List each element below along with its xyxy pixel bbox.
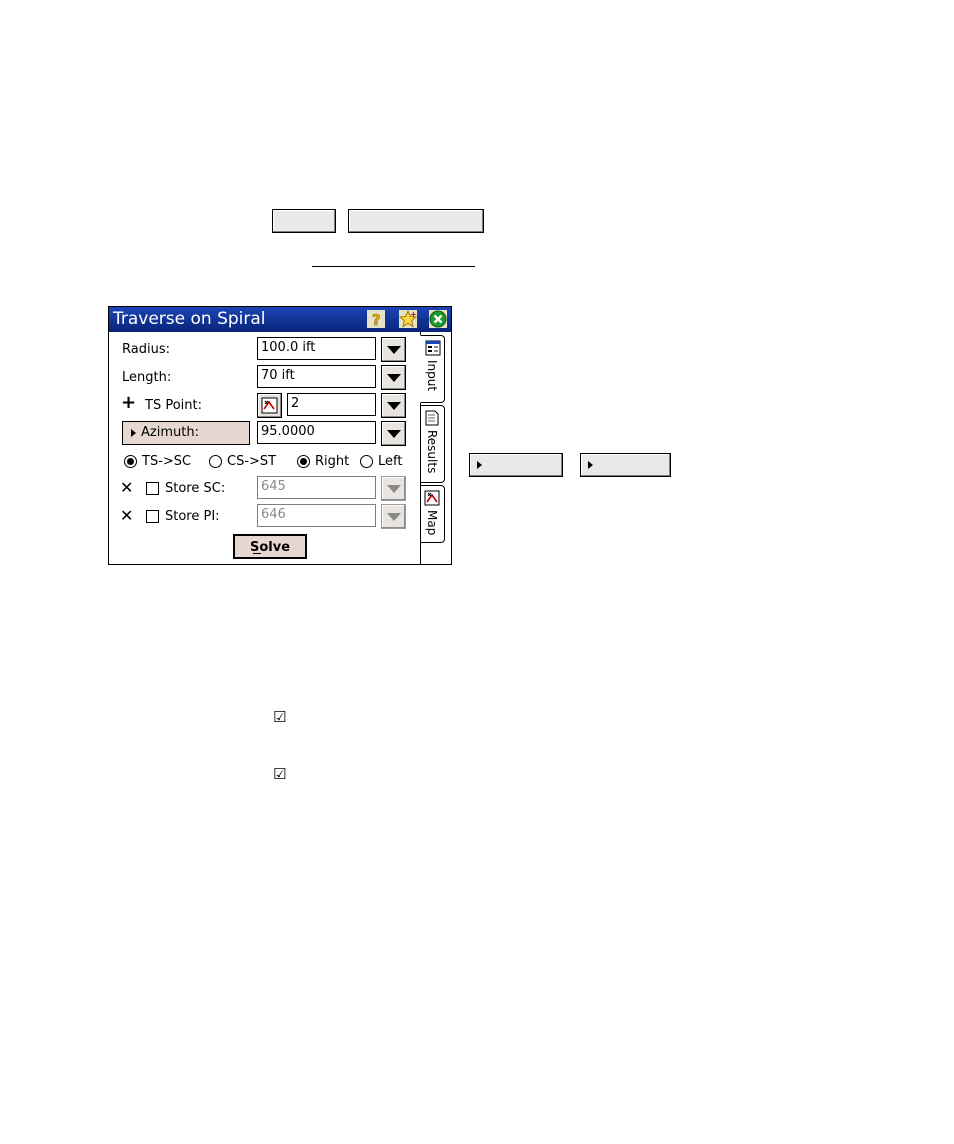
map-pick-button[interactable]	[257, 393, 282, 418]
tab-input-label: Input	[425, 360, 439, 392]
tab-input[interactable]: Input	[420, 335, 445, 403]
arrow-right-icon	[588, 461, 593, 469]
chevron-down-icon	[387, 485, 401, 493]
chevron-down-icon	[387, 346, 401, 354]
x-icon: ✕	[120, 506, 134, 525]
store-sc-field: 645	[257, 476, 376, 499]
solve-button[interactable]: Solve	[233, 534, 307, 559]
radius-label: Radius:	[122, 342, 170, 357]
blank-doc-button-2	[348, 209, 484, 233]
map-tab-icon	[424, 490, 440, 506]
radio-cs-st-label: CS->ST	[227, 454, 277, 469]
tab-results[interactable]: Results	[421, 405, 445, 483]
blank-underline	[312, 266, 475, 267]
tab-map-label: Map	[425, 510, 439, 536]
azimuth-label: Azimuth:	[141, 425, 199, 440]
radio-right[interactable]	[297, 455, 310, 468]
close-icon[interactable]	[429, 310, 447, 328]
results-tab-icon	[425, 410, 439, 426]
chevron-down-icon	[387, 430, 401, 438]
store-pi-checkbox[interactable]	[146, 510, 159, 523]
store-pi-label: Store PI:	[165, 509, 220, 524]
length-label: Length:	[122, 370, 172, 385]
store-pi-dropdown-button	[381, 504, 406, 529]
arrow-right-icon	[477, 461, 482, 469]
ts-point-dropdown-button[interactable]	[381, 393, 406, 418]
chevron-down-icon	[387, 513, 401, 521]
doc-arrow-button-2	[580, 453, 671, 477]
ts-point-label: TS Point:	[145, 398, 202, 413]
traverse-on-spiral-window: Traverse on Spiral ? + Radius: 100.0 ift…	[108, 306, 452, 565]
radio-ts-sc[interactable]	[124, 455, 137, 468]
store-pi-field: 646	[257, 504, 376, 527]
azimuth-button[interactable]: Azimuth:	[122, 421, 250, 445]
plus-icon[interactable]: +	[121, 394, 136, 412]
favorites-star-icon[interactable]: +	[398, 309, 418, 328]
input-tab-icon	[425, 340, 441, 356]
map-pick-icon	[261, 397, 278, 414]
radio-cs-st[interactable]	[209, 455, 222, 468]
checked-box-icon: ☑	[273, 708, 287, 726]
radio-ts-sc-label: TS->SC	[142, 454, 192, 469]
doc-arrow-button-1	[469, 453, 563, 477]
blank-doc-button-1	[272, 209, 336, 233]
radius-field[interactable]: 100.0 ift	[257, 337, 376, 360]
solve-mnemonic-underline	[253, 553, 261, 554]
radio-left[interactable]	[360, 455, 373, 468]
arrow-right-icon	[131, 429, 136, 437]
title-bar: Traverse on Spiral ? +	[109, 307, 451, 332]
radio-right-label: Right	[315, 454, 350, 469]
checked-box-icon: ☑	[273, 765, 287, 783]
ts-point-field[interactable]: 2	[287, 393, 376, 416]
help-icon[interactable]: ?	[367, 310, 385, 329]
azimuth-field[interactable]: 95.0000	[257, 421, 376, 444]
store-sc-dropdown-button	[381, 476, 406, 501]
chevron-down-icon	[387, 402, 401, 410]
svg-text:+: +	[410, 310, 417, 319]
azimuth-dropdown-button[interactable]	[381, 421, 406, 446]
x-icon: ✕	[120, 478, 134, 497]
length-dropdown-button[interactable]	[381, 365, 406, 390]
store-sc-label: Store SC:	[165, 481, 226, 496]
window-title: Traverse on Spiral	[113, 309, 266, 329]
chevron-down-icon	[387, 374, 401, 382]
radius-dropdown-button[interactable]	[381, 337, 406, 362]
radio-left-label: Left	[378, 454, 403, 469]
svg-text:?: ?	[372, 311, 381, 328]
tab-map[interactable]: Map	[421, 485, 445, 543]
tab-results-label: Results	[425, 430, 439, 474]
store-sc-checkbox[interactable]	[146, 482, 159, 495]
length-field[interactable]: 70 ift	[257, 365, 376, 388]
